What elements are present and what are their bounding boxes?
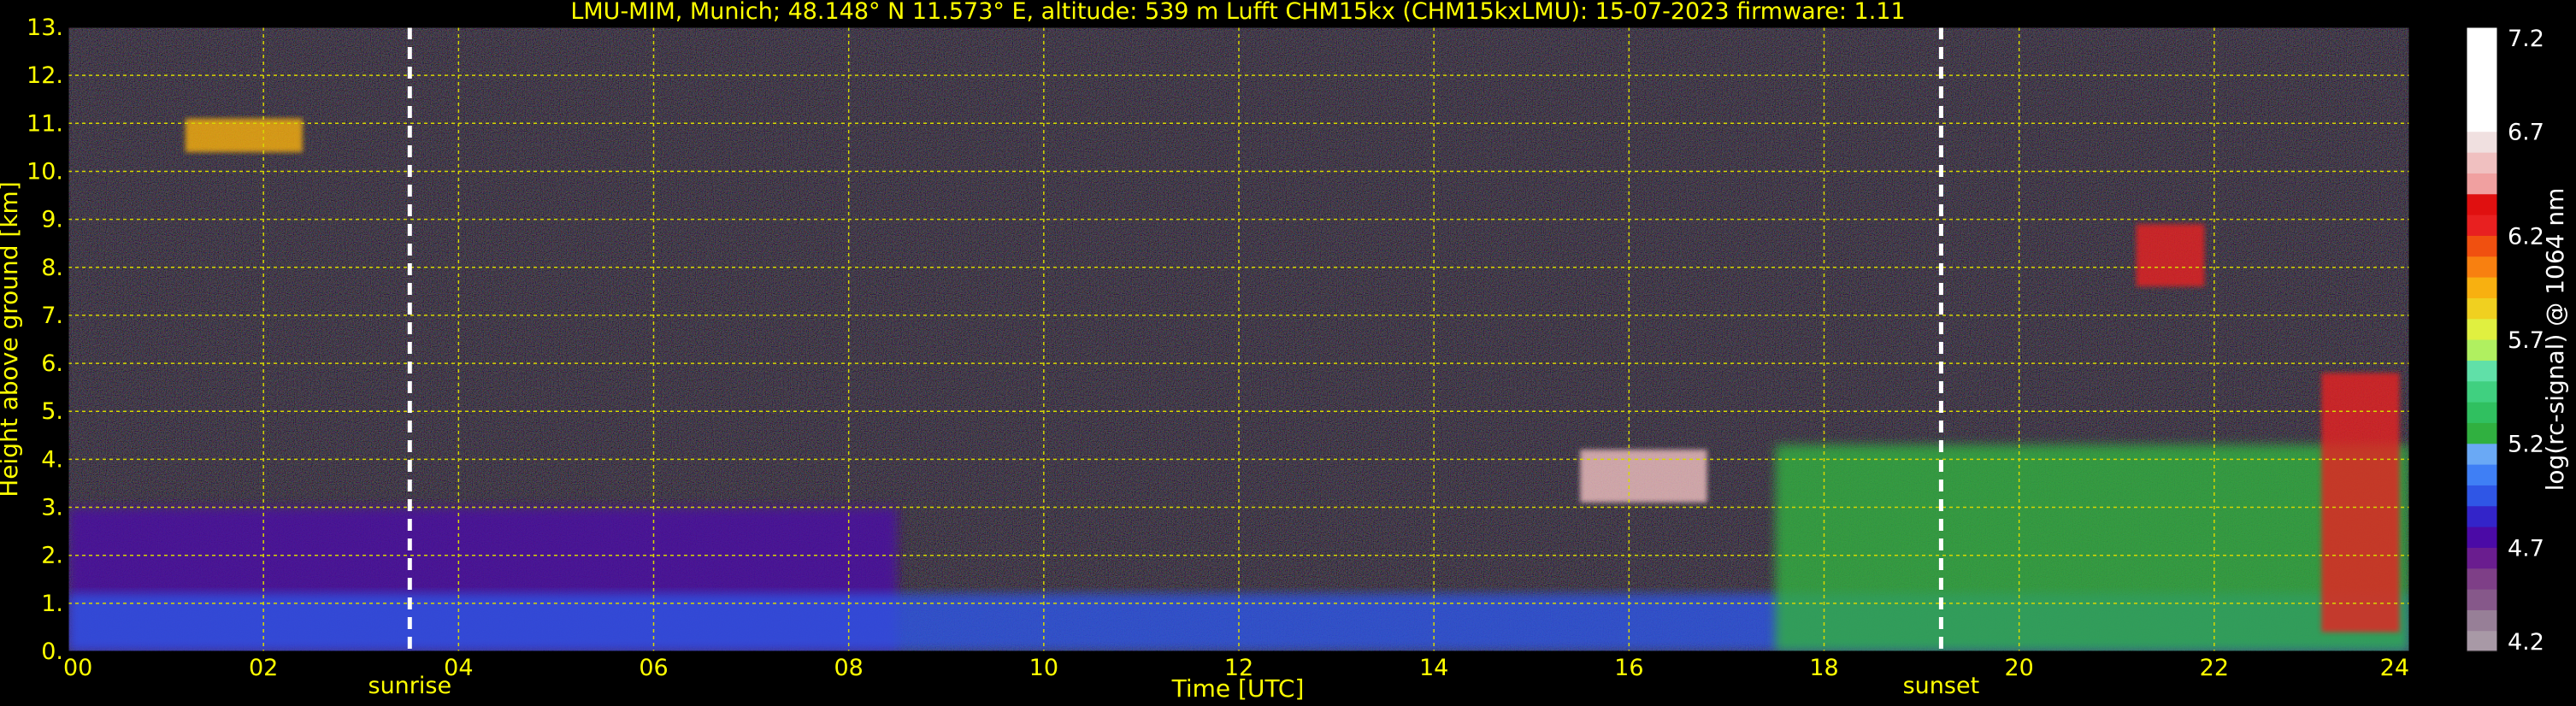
colorbar-tick-label: 6.7 [2508,120,2544,146]
y-tick-label: 8. [41,255,63,281]
colorbar-level [2467,235,2497,257]
colorbar-level [2467,505,2497,527]
y-tick-label: 1. [41,591,63,617]
x-tick-label: 02 [249,655,278,681]
colorbar-ticks: 4.2 4.7 5.2 5.7 6.2 6.7 7.2 [2508,26,2544,656]
y-tick-label: 11. [27,110,63,137]
y-axis-label: Height above ground [km] [0,181,23,497]
colorbar-tick-label: 5.7 [2508,327,2544,354]
sunset-label: sunset [1903,673,1980,699]
y-tick-label: 3. [41,495,63,521]
feature-convective-boundary-layer [1775,444,2409,651]
x-tick-label: 22 [2200,655,2229,681]
x-tick-label: 00 [63,655,92,681]
y-tick-label: 6. [41,350,63,377]
x-tick-label: 14 [1419,655,1448,681]
plot-area [68,27,2409,651]
sunrise-label: sunrise [368,673,452,699]
colorbar [2466,26,2498,652]
colorbar-level [2467,443,2497,465]
colorbar-level [2467,68,2497,91]
colorbar-level [2467,152,2497,174]
colorbar-level [2467,27,2497,49]
colorbar-level [2467,48,2497,70]
x-axis-label: Time [UTC] [1171,674,1305,703]
colorbar-level [2467,297,2497,320]
colorbar-level [2467,131,2497,153]
colorbar-level [2467,318,2497,340]
colorbar-level [2467,173,2497,195]
y-tick-label: 2. [41,543,63,569]
colorbar-level [2467,547,2497,569]
x-tick-label: 24 [2380,655,2409,681]
colorbar-level [2467,527,2497,548]
feature-cirrus [185,118,303,152]
colorbar-level [2467,485,2497,507]
colorbar-level [2467,568,2497,590]
x-tick-label: 08 [834,655,863,681]
x-tick-label: 06 [639,655,668,681]
colorbar-level [2467,464,2497,485]
colorbar-level [2467,193,2497,215]
y-tick-label: 0. [41,638,63,665]
y-tick-label: 7. [41,303,63,329]
colorbar-level [2467,630,2497,652]
y-tick-label: 12. [27,62,63,89]
colorbar-level [2467,90,2497,111]
colorbar-tick-label: 5.2 [2508,432,2544,458]
colorbar-level [2467,110,2497,132]
y-tick-label: 9. [41,207,63,233]
y-tick-label: 10. [27,158,63,185]
y-tick-label: 4. [41,446,63,473]
y-tick-label: 13. [27,15,63,41]
colorbar-level [2467,277,2497,298]
colorbar-level [2467,422,2497,444]
colorbar-level [2467,360,2497,382]
colorbar-tick-label: 7.2 [2508,26,2544,52]
feature-cloud-fragments [1580,450,1707,503]
colorbar-level [2467,256,2497,278]
x-tick-label: 10 [1029,655,1058,681]
colorbar-label: log(rc-signal) @ 1064 nm [2541,188,2569,491]
colorbar-level [2467,609,2497,632]
x-tick-label: 20 [2004,655,2033,681]
ceilometer-chart: LMU-MIM, Munich; 48.148° N 11.573° E, al… [0,0,2569,703]
colorbar-tick-label: 6.2 [2508,223,2544,250]
colorbar-tick-label: 4.2 [2508,629,2544,656]
colorbar-tick-label: 4.7 [2508,535,2544,562]
x-tick-label: 18 [1809,655,1838,681]
chart-title: LMU-MIM, Munich; 48.148° N 11.573° E, al… [570,0,1905,25]
y-axis: 0. 1. 2. 3. 4. 5. 6. 7. 8. 9. 10. 11. 12. 13. [27,15,63,665]
colorbar-level [2467,589,2497,610]
x-tick-label: 16 [1614,655,1643,681]
colorbar-level [2467,215,2497,236]
colorbar-level [2467,339,2497,361]
feature-cirrus [2136,224,2205,287]
colorbar-level [2467,402,2497,423]
colorbar-level [2467,380,2497,403]
y-tick-label: 5. [41,398,63,425]
